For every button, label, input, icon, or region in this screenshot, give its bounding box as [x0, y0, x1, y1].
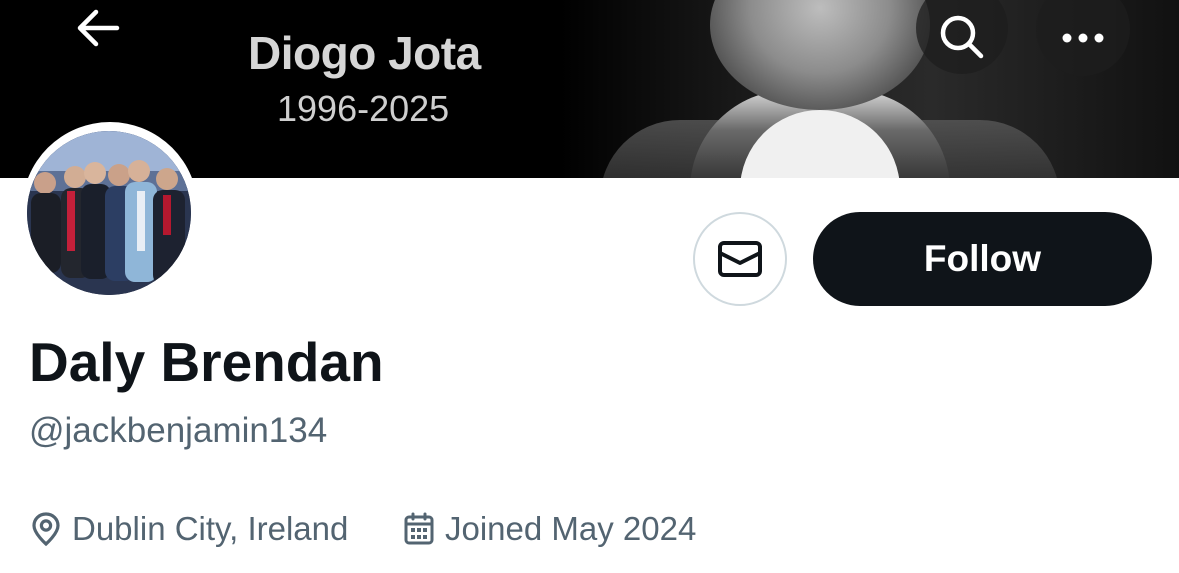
joined-date-text: Joined May 2024 [445, 510, 697, 547]
calendar-icon [404, 512, 434, 545]
location-text: Dublin City, Ireland [72, 510, 349, 547]
more-horizontal-icon [1062, 33, 1104, 43]
username-handle: @jackbenjamin134 [29, 411, 328, 450]
banner-subtitle: 1996-2025 [277, 88, 450, 129]
avatar[interactable] [27, 131, 191, 295]
display-name: Daly Brendan [29, 331, 384, 393]
joined-info: Joined May 2024 [403, 510, 696, 548]
arrow-left-icon [77, 9, 120, 47]
location-pin-icon [32, 512, 60, 547]
search-icon [940, 15, 984, 59]
message-button[interactable] [693, 212, 787, 306]
banner-title: Diogo Jota [248, 27, 481, 79]
avatar-photo [27, 131, 191, 295]
envelope-icon [718, 241, 762, 277]
location-info: Dublin City, Ireland [30, 510, 348, 548]
follow-button[interactable]: Follow [813, 212, 1152, 306]
